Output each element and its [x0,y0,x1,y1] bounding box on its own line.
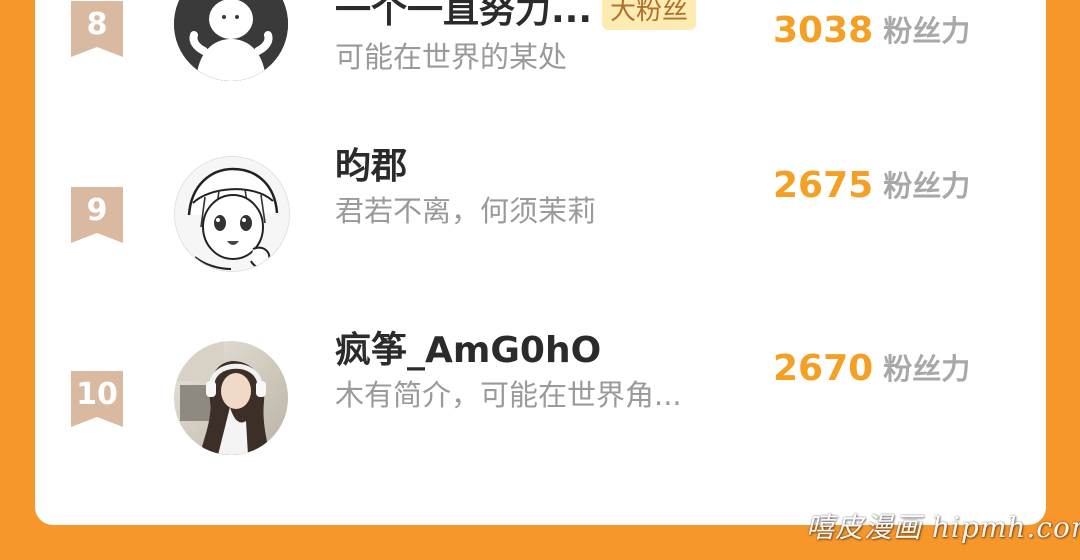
rank-ribbon: 9 [71,187,123,243]
user-name[interactable]: 一个一直努力... [335,0,592,36]
fans-score: 3038 粉丝力 [773,6,970,56]
fans-value: 3038 [773,10,874,51]
rank-number: 8 [86,7,108,42]
fans-value: 2675 [773,165,874,206]
user-name[interactable]: 疯筝_AmG0hO [335,326,601,376]
ranking-card: 8 一个一直努力... 大粉丝 可能在世界的某处 3038 粉丝力 9 昀郡 君… [35,0,1046,525]
default-person-avatar-icon [174,0,288,81]
ranking-row[interactable]: 10 疯筝_AmG0hO 木有简介，可能在世界角... 2670 粉丝力 [35,325,1046,485]
rank-number: 9 [86,193,108,228]
fans-value: 2670 [773,348,874,389]
user-avatar[interactable] [174,156,290,272]
rank-ribbon: 10 [71,371,123,427]
user-intro: 木有简介，可能在世界角... [335,378,682,412]
user-intro: 可能在世界的某处 [335,40,568,74]
user-avatar[interactable] [174,341,288,455]
user-intro: 君若不离，何须茉莉 [335,194,597,228]
ranking-row[interactable]: 9 昀郡 君若不离，何须茉莉 2675 粉丝力 [35,140,1046,300]
site-watermark: 嘻皮漫画 hipmh.com [806,511,1080,544]
fans-score: 2675 粉丝力 [773,161,970,211]
girl-with-headphones-photo-avatar-icon [174,341,288,455]
fans-unit: 粉丝力 [883,14,971,48]
ranking-row[interactable]: 8 一个一直努力... 大粉丝 可能在世界的某处 3038 粉丝力 [35,0,1046,130]
rank-ribbon: 8 [71,1,123,57]
rank-number: 10 [76,377,118,412]
fan-level-badge: 大粉丝 [602,0,697,30]
anime-girl-sketch-avatar-icon [175,157,289,271]
user-name[interactable]: 昀郡 [335,142,407,192]
fans-unit: 粉丝力 [883,169,971,203]
fans-unit: 粉丝力 [883,352,971,386]
fans-score: 2670 粉丝力 [773,344,970,394]
user-avatar[interactable] [174,0,288,81]
